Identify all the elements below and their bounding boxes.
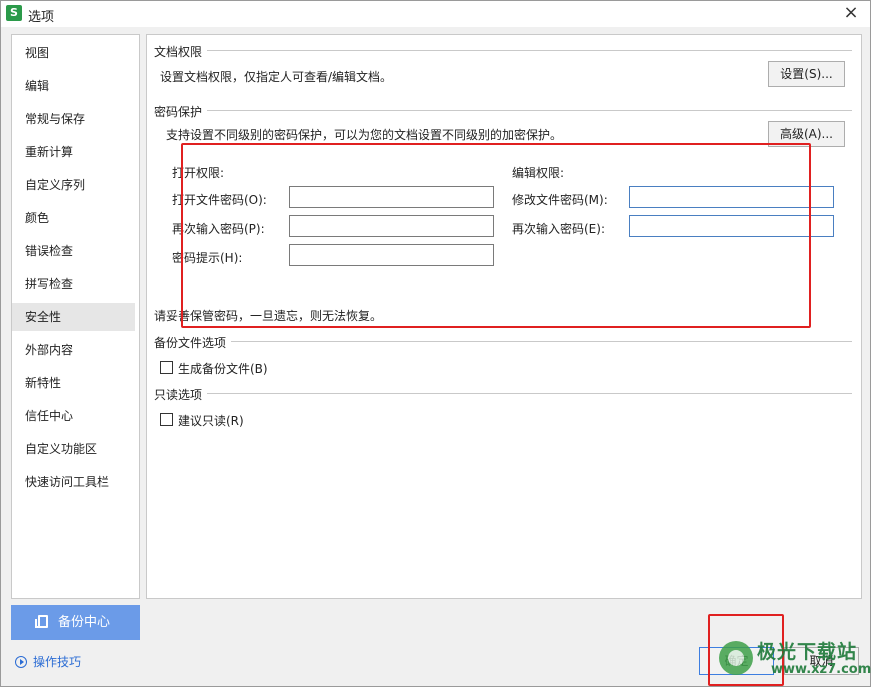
open-password-confirm-label: 再次输入密码(P): <box>172 222 265 236</box>
options-dialog: S 选项 × 视图 编辑 常规与保存 重新计算 自定义序列 颜色 错误检查 拼写… <box>0 0 871 687</box>
options-sidebar: 视图 编辑 常规与保存 重新计算 自定义序列 颜色 错误检查 拼写检查 安全性 … <box>11 34 140 599</box>
section-divider <box>207 110 852 111</box>
sidebar-item-custom-lists[interactable]: 自定义序列 <box>12 171 135 199</box>
password-hint-field[interactable] <box>289 244 494 266</box>
sidebar-item-new-features[interactable]: 新特性 <box>12 369 135 397</box>
open-password-confirm-field[interactable] <box>289 215 494 237</box>
section-divider <box>207 393 852 394</box>
open-password-field[interactable] <box>289 186 494 208</box>
sidebar-item-security[interactable]: 安全性 <box>12 303 135 331</box>
edit-password-label: 修改文件密码(M): <box>512 193 608 207</box>
password-advanced-button[interactable]: 高级(A)... <box>768 121 845 147</box>
section-divider <box>231 341 852 342</box>
backup-options-title: 备份文件选项 <box>154 334 231 351</box>
doc-permission-description: 设置文档权限，仅指定人可查看/编辑文档。 <box>160 70 393 84</box>
title-bar: S 选项 × <box>1 1 870 27</box>
edit-password-field[interactable] <box>629 186 834 208</box>
backup-center-label: 备份中心 <box>58 615 111 630</box>
password-hint-label: 密码提示(H): <box>172 251 243 265</box>
sidebar-item-external-content[interactable]: 外部内容 <box>12 336 135 364</box>
sidebar-item-spell-check[interactable]: 拼写检查 <box>12 270 135 298</box>
play-circle-icon <box>15 656 27 668</box>
generate-backup-label[interactable]: 生成备份文件(B) <box>178 360 268 377</box>
sidebar-item-recalculate[interactable]: 重新计算 <box>12 138 135 166</box>
doc-permission-title: 文档权限 <box>154 43 207 60</box>
sidebar-item-general-save[interactable]: 常规与保存 <box>12 105 135 133</box>
suggest-readonly-checkbox[interactable] <box>160 413 173 426</box>
edit-password-confirm-label: 再次输入密码(E): <box>512 222 605 236</box>
sidebar-item-color[interactable]: 颜色 <box>12 204 135 232</box>
ok-button[interactable]: 确定 <box>699 647 774 675</box>
sidebar-item-edit[interactable]: 编辑 <box>12 72 135 100</box>
edit-password-confirm-field[interactable] <box>629 215 834 237</box>
sidebar-item-view[interactable]: 视图 <box>12 39 135 67</box>
cancel-button[interactable]: 取消 <box>784 647 859 675</box>
tips-label: 操作技巧 <box>33 655 82 669</box>
sidebar-item-error-checking[interactable]: 错误检查 <box>12 237 135 265</box>
password-warning-text: 请妥善保管密码，一旦遗忘，则无法恢复。 <box>154 309 383 323</box>
sidebar-item-trust-center[interactable]: 信任中心 <box>12 402 135 430</box>
password-protection-title: 密码保护 <box>154 103 207 120</box>
suggest-readonly-label[interactable]: 建议只读(R) <box>178 412 244 429</box>
backup-center-button[interactable]: 备份中心 <box>11 605 140 640</box>
section-divider <box>207 50 852 51</box>
edit-permission-header: 编辑权限: <box>512 166 565 180</box>
password-protection-description: 支持设置不同级别的密码保护，可以为您的文档设置不同级别的加密保护。 <box>166 128 563 142</box>
generate-backup-checkbox[interactable] <box>160 361 173 374</box>
sidebar-item-quick-access-toolbar[interactable]: 快速访问工具栏 <box>12 468 135 496</box>
open-password-label: 打开文件密码(O): <box>172 193 267 207</box>
backup-document-icon <box>35 615 48 628</box>
doc-permission-settings-button[interactable]: 设置(S)... <box>768 61 845 87</box>
tips-link[interactable]: 操作技巧 <box>15 653 81 670</box>
close-icon[interactable]: × <box>840 3 862 25</box>
sidebar-item-customize-ribbon[interactable]: 自定义功能区 <box>12 435 135 463</box>
security-settings-panel: 文档权限 设置文档权限，仅指定人可查看/编辑文档。 设置(S)... 密码保护 … <box>146 34 862 599</box>
window-title: 选项 <box>28 10 55 25</box>
open-permission-header: 打开权限: <box>172 166 225 180</box>
readonly-options-title: 只读选项 <box>154 386 207 403</box>
wps-spreadsheet-icon: S <box>6 5 22 21</box>
